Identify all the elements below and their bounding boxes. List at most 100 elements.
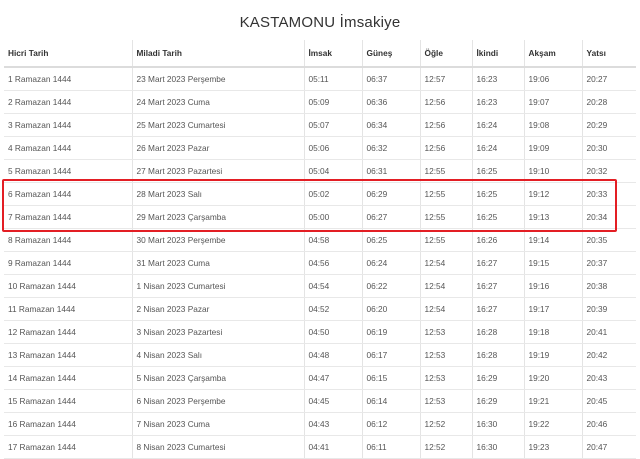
gunes-cell: 06:31	[361, 159, 420, 183]
miladi-tarih-cell: 31 Mart 2023 Cuma	[131, 251, 304, 275]
gunes-cell: 06:29	[361, 182, 420, 206]
imsak-cell: 04:48	[303, 343, 362, 367]
ogle-cell: 12:55	[419, 228, 472, 252]
gunes-cell: 06:32	[361, 136, 420, 160]
ikindi-cell: 16:27	[471, 251, 524, 275]
miladi-tarih-cell: 25 Mart 2023 Cumartesi	[131, 113, 304, 137]
aksam-cell: 19:06	[523, 67, 582, 91]
column-header-ogle: Öğle	[419, 40, 472, 68]
hicri-tarih-cell: 2 Ramazan 1444	[4, 90, 132, 114]
miladi-tarih-cell: 6 Nisan 2023 Perşembe	[131, 389, 304, 413]
imsak-cell: 05:00	[303, 205, 362, 229]
gunes-cell: 06:14	[361, 389, 420, 413]
miladi-tarih-cell: 23 Mart 2023 Perşembe	[131, 67, 304, 91]
hicri-tarih-cell: 3 Ramazan 1444	[4, 113, 132, 137]
ikindi-cell: 16:30	[471, 435, 524, 459]
table-row: 16 Ramazan 1444 7 Nisan 2023 Cuma 04:43 06:…	[4, 412, 636, 436]
ikindi-cell: 16:29	[471, 366, 524, 390]
miladi-tarih-cell: 29 Mart 2023 Çarşamba	[131, 205, 304, 229]
hicri-tarih-cell: 6 Ramazan 1444	[4, 182, 132, 206]
aksam-cell: 19:17	[523, 297, 582, 321]
yatsi-cell: 20:30	[581, 136, 636, 160]
miladi-tarih-cell: 7 Nisan 2023 Cuma	[131, 412, 304, 436]
table-row: 1 Ramazan 1444 23 Mart 2023 Perşembe 05:11…	[4, 67, 636, 91]
table-body: 1 Ramazan 1444 23 Mart 2023 Perşembe 05:11…	[4, 67, 636, 459]
miladi-tarih-cell: 8 Nisan 2023 Cumartesi	[131, 435, 304, 459]
ogle-cell: 12:52	[419, 412, 472, 436]
imsak-cell: 04:41	[303, 435, 362, 459]
imsak-cell: 04:50	[303, 320, 362, 344]
ikindi-cell: 16:27	[471, 274, 524, 298]
ogle-cell: 12:52	[419, 435, 472, 459]
aksam-cell: 19:10	[523, 159, 582, 183]
hicri-tarih-cell: 14 Ramazan 1444	[4, 366, 132, 390]
aksam-cell: 19:23	[523, 435, 582, 459]
yatsi-cell: 20:47	[581, 435, 636, 459]
imsak-cell: 04:54	[303, 274, 362, 298]
hicri-tarih-cell: 9 Ramazan 1444	[4, 251, 132, 275]
ogle-cell: 12:55	[419, 159, 472, 183]
table-row: 6 Ramazan 1444 28 Mart 2023 Salı 05:02 06:2…	[4, 182, 636, 206]
imsak-cell: 04:47	[303, 366, 362, 390]
ogle-cell: 12:57	[419, 67, 472, 91]
gunes-cell: 06:15	[361, 366, 420, 390]
column-header-gunes: Güneş	[361, 40, 420, 68]
hicri-tarih-cell: 11 Ramazan 1444	[4, 297, 132, 321]
ikindi-cell: 16:28	[471, 320, 524, 344]
ogle-cell: 12:55	[419, 182, 472, 206]
yatsi-cell: 20:39	[581, 297, 636, 321]
gunes-cell: 06:12	[361, 412, 420, 436]
ikindi-cell: 16:28	[471, 343, 524, 367]
ikindi-cell: 16:29	[471, 389, 524, 413]
imsak-cell: 04:58	[303, 228, 362, 252]
column-header-miladi-tarih: Miladi Tarih	[131, 40, 304, 68]
imsakiye-table: Hicri Tarih Miladi Tarih İmsak Güneş Öğl…	[4, 40, 636, 459]
yatsi-cell: 20:46	[581, 412, 636, 436]
gunes-cell: 06:24	[361, 251, 420, 275]
hicri-tarih-cell: 8 Ramazan 1444	[4, 228, 132, 252]
miladi-tarih-cell: 30 Mart 2023 Perşembe	[131, 228, 304, 252]
table-row: 13 Ramazan 1444 4 Nisan 2023 Salı 04:48 06:…	[4, 343, 636, 367]
miladi-tarih-cell: 2 Nisan 2023 Pazar	[131, 297, 304, 321]
table-row: 4 Ramazan 1444 26 Mart 2023 Pazar 05:06 06:…	[4, 136, 636, 160]
aksam-cell: 19:15	[523, 251, 582, 275]
hicri-tarih-cell: 15 Ramazan 1444	[4, 389, 132, 413]
ogle-cell: 12:56	[419, 90, 472, 114]
ogle-cell: 12:53	[419, 320, 472, 344]
table-row: 8 Ramazan 1444 30 Mart 2023 Perşembe 04:58…	[4, 228, 636, 252]
hicri-tarih-cell: 17 Ramazan 1444	[4, 435, 132, 459]
ogle-cell: 12:56	[419, 113, 472, 137]
miladi-tarih-cell: 1 Nisan 2023 Cumartesi	[131, 274, 304, 298]
hicri-tarih-cell: 13 Ramazan 1444	[4, 343, 132, 367]
yatsi-cell: 20:38	[581, 274, 636, 298]
ikindi-cell: 16:26	[471, 228, 524, 252]
column-header-yatsi: Yatsı	[581, 40, 636, 68]
yatsi-cell: 20:35	[581, 228, 636, 252]
gunes-cell: 06:22	[361, 274, 420, 298]
imsak-cell: 05:09	[303, 90, 362, 114]
yatsi-cell: 20:28	[581, 90, 636, 114]
table-row: 15 Ramazan 1444 6 Nisan 2023 Perşembe 04:4…	[4, 389, 636, 413]
hicri-tarih-cell: 12 Ramazan 1444	[4, 320, 132, 344]
aksam-cell: 19:13	[523, 205, 582, 229]
ogle-cell: 12:53	[419, 389, 472, 413]
imsak-cell: 05:11	[303, 67, 362, 91]
miladi-tarih-cell: 4 Nisan 2023 Salı	[131, 343, 304, 367]
table-row: 14 Ramazan 1444 5 Nisan 2023 Çarşamba 04:4…	[4, 366, 636, 390]
aksam-cell: 19:12	[523, 182, 582, 206]
ikindi-cell: 16:23	[471, 90, 524, 114]
aksam-cell: 19:22	[523, 412, 582, 436]
hicri-tarih-cell: 16 Ramazan 1444	[4, 412, 132, 436]
imsak-cell: 05:07	[303, 113, 362, 137]
ogle-cell: 12:53	[419, 366, 472, 390]
ikindi-cell: 16:25	[471, 205, 524, 229]
table-row: 9 Ramazan 1444 31 Mart 2023 Cuma 04:56 06:2…	[4, 251, 636, 275]
aksam-cell: 19:09	[523, 136, 582, 160]
gunes-cell: 06:20	[361, 297, 420, 321]
imsak-cell: 05:04	[303, 159, 362, 183]
yatsi-cell: 20:41	[581, 320, 636, 344]
table-row: 12 Ramazan 1444 3 Nisan 2023 Pazartesi 04:…	[4, 320, 636, 344]
ogle-cell: 12:54	[419, 297, 472, 321]
imsak-cell: 05:02	[303, 182, 362, 206]
miladi-tarih-cell: 28 Mart 2023 Salı	[131, 182, 304, 206]
